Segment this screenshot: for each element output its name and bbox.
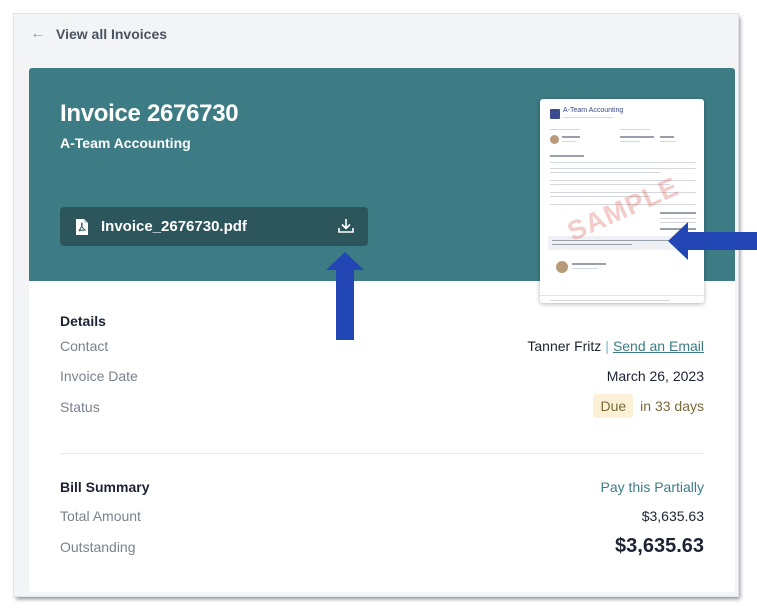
invoice-preview-thumbnail[interactable]: A-Team Accounting SAMPLE bbox=[540, 99, 704, 303]
invoice-date-row: Invoice Date March 26, 2023 bbox=[60, 368, 704, 384]
preview-line bbox=[572, 268, 598, 269]
preview-line bbox=[550, 300, 670, 301]
annotation-arrow-left-icon bbox=[668, 222, 757, 260]
preview-line bbox=[620, 136, 654, 138]
annotation-arrow-up-icon bbox=[326, 252, 364, 340]
preview-line bbox=[550, 168, 696, 169]
status-label: Status bbox=[60, 399, 100, 415]
arrow-left-icon: ← bbox=[30, 25, 46, 42]
preview-line bbox=[550, 155, 584, 157]
preview-company-name: A-Team Accounting bbox=[563, 107, 624, 114]
invoice-date-label: Invoice Date bbox=[60, 368, 138, 384]
section-divider bbox=[60, 453, 704, 454]
invoice-date-value: March 26, 2023 bbox=[606, 368, 704, 384]
preview-line bbox=[550, 172, 660, 173]
preview-line bbox=[562, 136, 580, 138]
preview-line bbox=[562, 141, 576, 142]
preview-line bbox=[550, 129, 580, 130]
outstanding-row: Outstanding $3,635.63 bbox=[60, 535, 704, 558]
invoice-company: A-Team Accounting bbox=[60, 135, 191, 151]
outstanding-label: Outstanding bbox=[60, 538, 136, 555]
preview-line bbox=[620, 141, 640, 142]
status-badge: Due bbox=[593, 394, 634, 418]
contact-value: Tanner Fritz | Send an Email bbox=[527, 338, 704, 354]
pdf-file-name: Invoice_2676730.pdf bbox=[101, 218, 247, 235]
contact-label: Contact bbox=[60, 338, 109, 354]
preview-line bbox=[552, 240, 672, 241]
contact-name: Tanner Fritz bbox=[527, 338, 602, 354]
outstanding-value: $3,635.63 bbox=[615, 535, 704, 557]
preview-avatar bbox=[550, 135, 559, 144]
preview-line bbox=[563, 117, 613, 118]
pay-partially-link[interactable]: Pay this Partially bbox=[601, 479, 704, 495]
download-pdf-button[interactable]: Invoice_2676730.pdf bbox=[60, 207, 368, 246]
total-amount-value: $3,635.63 bbox=[641, 508, 704, 524]
preview-line bbox=[660, 212, 696, 214]
preview-line bbox=[572, 263, 606, 265]
total-amount-label: Total Amount bbox=[60, 508, 141, 524]
preview-logo-icon bbox=[550, 109, 560, 119]
bill-summary-header-row: Bill Summary Pay this Partially bbox=[60, 479, 704, 495]
preview-divider bbox=[540, 295, 704, 296]
total-amount-row: Total Amount $3,635.63 bbox=[60, 508, 704, 524]
back-to-invoices-link[interactable]: ← View all Invoices bbox=[30, 24, 167, 44]
bill-summary-heading: Bill Summary bbox=[60, 479, 150, 495]
preview-avatar bbox=[556, 261, 568, 273]
preview-line bbox=[550, 162, 696, 163]
back-label: View all Invoices bbox=[56, 26, 168, 42]
download-icon[interactable] bbox=[337, 217, 355, 235]
status-value: Due in 33 days bbox=[593, 394, 704, 418]
invoice-title: Invoice 2676730 bbox=[60, 100, 239, 127]
status-due-text: in 33 days bbox=[640, 398, 704, 414]
preview-line bbox=[660, 141, 676, 142]
preview-line bbox=[552, 244, 632, 245]
invoice-card: ← View all Invoices Invoice 2676730 A-Te… bbox=[14, 14, 738, 596]
preview-line bbox=[660, 136, 674, 138]
details-heading: Details bbox=[60, 313, 106, 329]
preview-line bbox=[660, 218, 696, 219]
pdf-file-icon bbox=[71, 207, 93, 246]
invoice-panel: Invoice 2676730 A-Team Accounting Invoic… bbox=[29, 68, 735, 592]
preview-line bbox=[620, 129, 650, 130]
contact-row: Contact Tanner Fritz | Send an Email bbox=[60, 338, 704, 354]
contact-separator: | bbox=[605, 338, 609, 354]
send-email-link[interactable]: Send an Email bbox=[613, 338, 704, 354]
status-row: Status Due in 33 days bbox=[60, 394, 704, 418]
